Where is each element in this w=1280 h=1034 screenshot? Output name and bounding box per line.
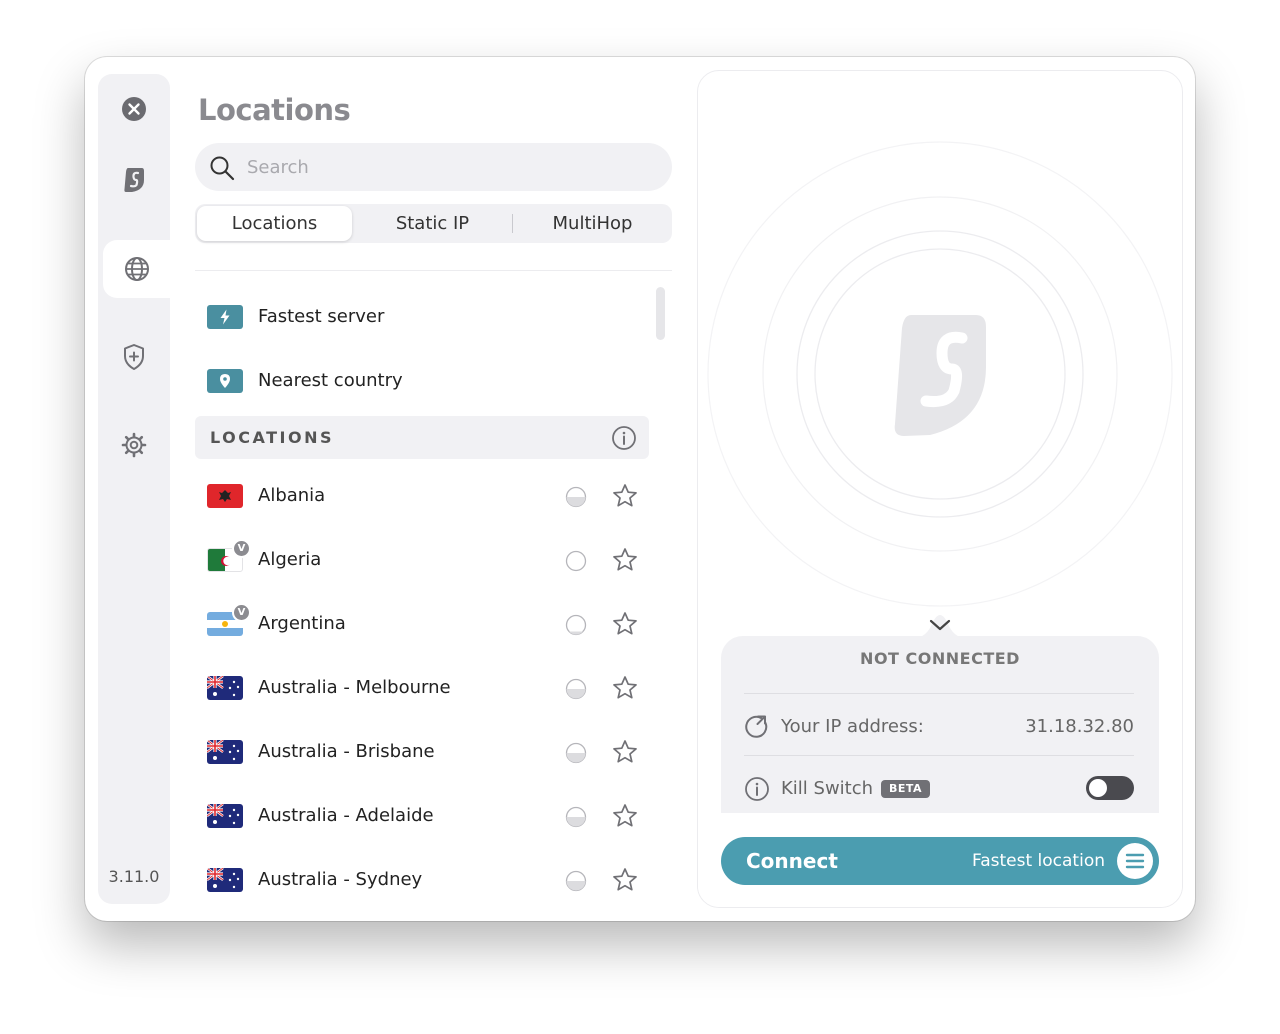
divider [744, 755, 1134, 756]
kill-switch-row: Kill Switch BETA [744, 773, 1134, 803]
ip-address-row: Your IP address: 31.18.32.80 [744, 711, 1134, 741]
location-item[interactable]: V Algeria [195, 530, 650, 590]
tab-multihop[interactable]: MultiHop [515, 206, 670, 241]
location-item[interactable]: Albania [195, 466, 650, 526]
divider [744, 693, 1134, 694]
ip-address-label: Your IP address: [781, 716, 924, 737]
connect-label: Connect [746, 849, 838, 873]
connection-panel: NOT CONNECTED Your IP address: 31.18.32.… [697, 70, 1183, 908]
fastest-server-label: Fastest server [258, 306, 385, 327]
close-button[interactable] [98, 80, 170, 138]
page-title: Locations [198, 93, 351, 127]
gear-icon [121, 432, 147, 458]
favorite-star-icon[interactable] [611, 866, 639, 894]
locations-section-header: LOCATIONS [195, 416, 649, 459]
sidebar: 3.11.0 [98, 74, 170, 904]
server-load-icon [565, 678, 587, 700]
sidebar-item-home[interactable] [98, 151, 170, 209]
australia-flag-icon [207, 676, 243, 700]
refresh-icon[interactable] [744, 714, 770, 740]
location-label: Argentina [258, 613, 346, 634]
shield-plus-icon [124, 344, 144, 370]
favorite-star-icon[interactable] [611, 674, 639, 702]
surfshark-logo-icon [124, 168, 144, 192]
favorite-star-icon[interactable] [611, 546, 639, 574]
favorite-star-icon[interactable] [611, 738, 639, 766]
nearest-country-label: Nearest country [258, 370, 403, 391]
favorite-star-icon[interactable] [611, 610, 639, 638]
surfshark-logo-icon [894, 315, 986, 436]
search-input[interactable] [247, 143, 657, 191]
location-item[interactable]: Australia - Melbourne [195, 658, 650, 718]
beta-badge: BETA [881, 780, 931, 798]
connect-button[interactable]: Connect Fastest location [721, 837, 1159, 885]
search-bar [195, 143, 672, 191]
location-menu-button[interactable] [1117, 843, 1153, 879]
location-label: Australia - Sydney [258, 869, 423, 890]
sidebar-item-security[interactable] [98, 328, 170, 386]
location-item[interactable]: Australia - Brisbane [195, 722, 650, 782]
sidebar-item-locations[interactable] [103, 240, 170, 298]
kill-switch-toggle[interactable] [1086, 776, 1134, 800]
server-load-icon [565, 550, 587, 572]
selected-location-label: Fastest location [972, 851, 1105, 871]
location-label: Algeria [258, 549, 322, 570]
globe-icon [124, 257, 149, 281]
collapse-chevron-icon[interactable] [914, 602, 966, 638]
location-item[interactable]: V Argentina [195, 594, 650, 654]
virtual-location-badge: V [232, 603, 251, 622]
location-label: Australia - Brisbane [258, 741, 435, 762]
server-load-icon [565, 742, 587, 764]
australia-flag-icon [207, 804, 243, 828]
divider [195, 270, 672, 271]
australia-flag-icon [207, 868, 243, 892]
lightning-icon [207, 305, 243, 329]
favorite-star-icon[interactable] [611, 482, 639, 510]
location-tabs: Locations Static IP MultiHop [195, 204, 672, 243]
tab-locations[interactable]: Locations [197, 206, 352, 241]
app-window: 3.11.0 Locations Locations Static IP Mul… [85, 57, 1195, 921]
connection-rings-graphic [707, 141, 1173, 607]
app-version: 3.11.0 [108, 867, 160, 886]
sidebar-item-settings[interactable] [98, 416, 170, 474]
tab-separator [512, 214, 513, 233]
menu-icon [1125, 853, 1145, 869]
australia-flag-icon [207, 740, 243, 764]
pin-icon [207, 369, 243, 393]
ip-address-value: 31.18.32.80 [1025, 716, 1134, 737]
server-load-icon [565, 870, 587, 892]
section-header-label: LOCATIONS [210, 428, 334, 447]
server-load-icon [565, 486, 587, 508]
scrollbar[interactable] [656, 287, 665, 340]
toggle-knob [1089, 779, 1107, 797]
server-load-icon [565, 614, 587, 636]
location-label: Albania [258, 485, 326, 506]
albania-flag-icon [207, 484, 243, 508]
close-icon [122, 97, 146, 121]
location-item[interactable]: Australia - Adelaide [195, 786, 650, 846]
location-item[interactable]: Australia - Sydney [195, 850, 650, 910]
tab-static-ip[interactable]: Static IP [355, 206, 510, 241]
virtual-location-badge: V [232, 539, 251, 558]
location-label: Australia - Adelaide [258, 805, 434, 826]
kill-switch-label: Kill Switch [781, 778, 874, 799]
location-label: Australia - Melbourne [258, 677, 451, 698]
fastest-server-item[interactable]: Fastest server [195, 287, 650, 347]
connection-status: NOT CONNECTED [860, 649, 1020, 668]
server-load-icon [565, 806, 587, 828]
info-icon[interactable] [611, 425, 637, 451]
favorite-star-icon[interactable] [611, 802, 639, 830]
info-icon[interactable] [744, 776, 770, 802]
search-icon [210, 156, 235, 181]
nearest-country-item[interactable]: Nearest country [195, 351, 650, 411]
